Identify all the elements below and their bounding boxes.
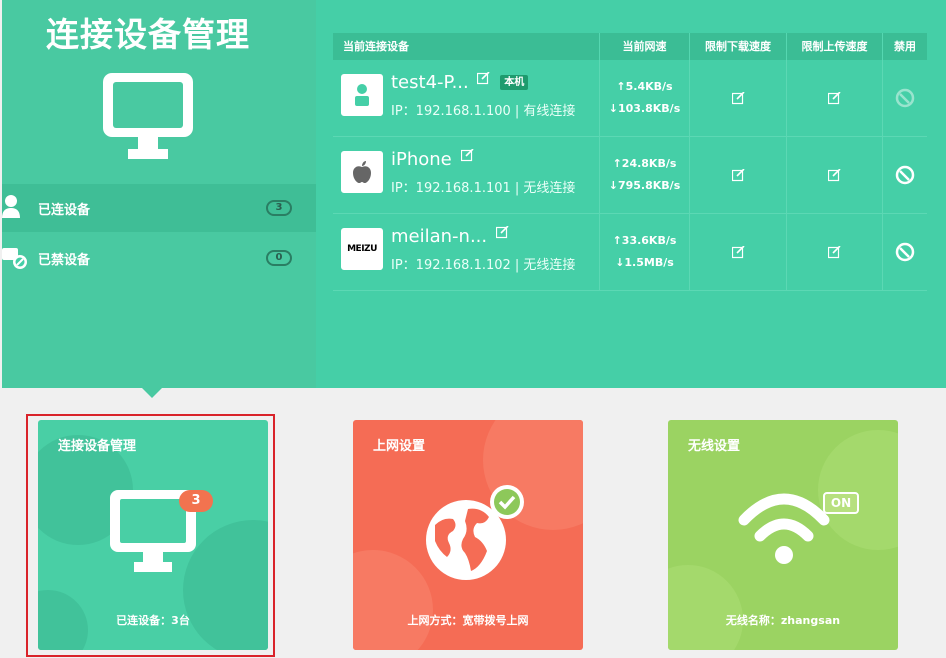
limit-upload-cell [787, 137, 883, 213]
card-title: 无线设置 [688, 439, 741, 454]
column-header: 禁用 [894, 40, 916, 53]
download-speed: 795.8KB/s [617, 179, 681, 192]
current-speed: ↑5.4KB/s ↓103.8KB/s [600, 60, 690, 136]
table-row: test4-P... 本机 IP：192.168.1.100 | 有线连接 ↑5… [333, 60, 927, 137]
disable-cell [883, 214, 927, 290]
edit-icon[interactable] [828, 245, 841, 259]
download-speed: 1.5MB/s [624, 256, 674, 269]
device-ip: IP：192.168.1.100 | 有线连接 [391, 104, 576, 119]
device-name: iPhone [391, 149, 452, 170]
count-badge: 3 [179, 490, 213, 512]
device-avatar [341, 151, 383, 193]
blocked-device-icon [2, 248, 27, 269]
device-table: 当前连接设备 当前网速 限制下载速度 限制上传速度 禁用 test4-P... … [333, 33, 927, 291]
panel-sidebar: 连接设备管理 已连设备 3 已禁设备 0 [2, 0, 316, 388]
table-row: iPhone IP：192.168.1.101 | 无线连接 ↑24.8KB/s… [333, 137, 927, 214]
monitor-icon [103, 73, 193, 159]
device-name: test4-P... [391, 72, 469, 93]
card-footer: 上网方式：宽带拨号上网 [407, 614, 529, 627]
column-header: 当前网速 [600, 33, 690, 60]
count-badge: 3 [266, 200, 292, 216]
limit-upload-cell [787, 214, 883, 290]
sidebar-item-label: 已禁设备 [38, 252, 91, 268]
page-title: 连接设备管理 [46, 15, 250, 54]
card-footer: 无线名称：zhangsan [725, 614, 841, 627]
limit-download-cell [690, 137, 787, 213]
edit-name-icon[interactable] [477, 72, 491, 85]
edit-icon[interactable] [731, 168, 745, 182]
wifi-icon [738, 493, 830, 564]
edit-icon[interactable] [731, 91, 745, 105]
edit-icon[interactable] [731, 245, 745, 259]
upload-speed: 33.6KB/s [621, 234, 677, 247]
disable-cell [883, 60, 927, 136]
current-speed: ↑24.8KB/s ↓795.8KB/s [600, 137, 690, 213]
column-header: 当前连接设备 [333, 33, 600, 60]
panel-pointer [142, 388, 162, 398]
upload-speed: 5.4KB/s [625, 80, 673, 93]
user-icon [2, 195, 20, 218]
meizu-logo: MEIZU [347, 244, 377, 254]
limit-download-cell [690, 60, 787, 136]
device-avatar: MEIZU [341, 228, 383, 270]
card-internet-settings[interactable]: 上网设置 上网方式：宽带拨号上网 [353, 420, 583, 650]
table-header: 当前连接设备 当前网速 限制下载速度 限制上传速度 禁用 [333, 33, 927, 60]
card-title: 上网设置 [373, 439, 426, 454]
device-avatar [341, 74, 383, 116]
edit-icon[interactable] [828, 91, 841, 105]
device-ip: IP：192.168.1.102 | 无线连接 [391, 258, 576, 273]
edit-name-icon[interactable] [460, 149, 474, 162]
upload-speed: 24.8KB/s [621, 157, 677, 170]
sidebar-item-label: 已连设备 [38, 202, 91, 218]
edit-icon[interactable] [828, 168, 841, 182]
limit-upload-cell [787, 60, 883, 136]
device-name: meilan-n... [391, 226, 488, 247]
wifi-status-badge: ON [823, 492, 859, 514]
download-speed: 103.8KB/s [617, 102, 681, 115]
limit-download-cell [690, 214, 787, 290]
local-device-tag: 本机 [500, 75, 529, 90]
card-device-management[interactable]: 连接设备管理 3 已连设备：3台 [38, 420, 268, 650]
device-management-panel: 连接设备管理 已连设备 3 已禁设备 0 当前连接设备 当前网速 限制下载速度 … [2, 0, 946, 388]
current-speed: ↑33.6KB/s ↓1.5MB/s [600, 214, 690, 290]
card-footer: 已连设备：3台 [116, 614, 190, 627]
block-icon[interactable] [895, 165, 915, 185]
device-ip: IP：192.168.1.101 | 无线连接 [391, 181, 576, 196]
column-header: 限制下载速度 [690, 33, 787, 60]
person-icon [355, 84, 369, 106]
apple-icon [353, 161, 371, 183]
card-wireless-settings[interactable]: 无线设置 ON 无线名称：zhangsan [668, 420, 898, 650]
block-icon[interactable] [895, 242, 915, 262]
count-badge: 0 [266, 250, 292, 266]
sidebar-item-connected[interactable]: 已连设备 3 [2, 184, 316, 232]
check-icon [490, 485, 524, 519]
table-row: MEIZU meilan-n... IP：192.168.1.102 | 无线连… [333, 214, 927, 291]
edit-name-icon[interactable] [495, 226, 509, 239]
column-header: 限制上传速度 [787, 33, 883, 60]
sidebar-item-blocked[interactable]: 已禁设备 0 [2, 234, 316, 282]
block-icon[interactable] [895, 88, 915, 108]
card-title: 连接设备管理 [58, 439, 137, 454]
disable-cell [883, 137, 927, 213]
